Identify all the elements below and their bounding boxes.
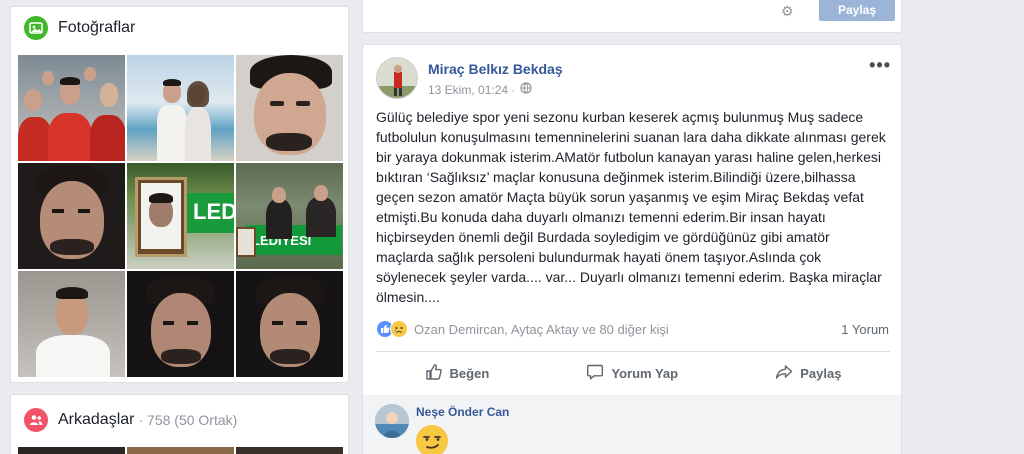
photo-thumbnail[interactable] [127, 55, 234, 161]
photo-thumbnail[interactable] [18, 271, 125, 377]
reactions-text[interactable]: Ozan Demircan, Aytaç Aktay ve 80 diğer k… [414, 322, 669, 337]
post-timestamp[interactable]: 13 Ekim, 01:24 · [428, 83, 515, 97]
divider [376, 351, 890, 352]
photo-icon [24, 16, 48, 40]
friends-thumbnails [18, 447, 343, 454]
thumbs-up-icon [425, 363, 443, 384]
reactions-summary[interactable]: Ozan Demircan, Aytaç Aktay ve 80 diğer k… [376, 320, 669, 338]
comment-label: Yorum Yap [611, 365, 679, 381]
share-post-button[interactable]: Paylaş [775, 363, 841, 384]
post-body: Gülüç belediye spor yeni sezonu kurban k… [376, 109, 886, 305]
share-arrow-icon [775, 363, 793, 384]
photo-thumbnail[interactable] [236, 271, 343, 377]
like-button[interactable]: Beğen [425, 363, 490, 384]
photo-thumbnail[interactable] [127, 271, 234, 377]
photo-thumbnail[interactable] [236, 55, 343, 161]
friends-count: · 758 (50 Ortak) [138, 412, 238, 428]
comment-icon [586, 363, 604, 384]
photo-grid: LED LEDİYESİ [18, 55, 343, 377]
photos-card: Fotoğraflar LED LEDİYESİ [10, 6, 349, 383]
friend-thumbnail[interactable] [236, 447, 343, 454]
more-options-icon[interactable]: ••• [869, 55, 891, 76]
post-actions: Beğen Yorum Yap Paylaş [376, 355, 890, 391]
post-meta: 13 Ekim, 01:24 · [428, 82, 532, 97]
composer-bar: ⚙ Paylaş [362, 0, 902, 33]
like-label: Beğen [449, 365, 490, 381]
post-card: Miraç Belkız Bekdaş 13 Ekim, 01:24 · •••… [362, 44, 902, 454]
post-author[interactable]: Miraç Belkız Bekdaş [428, 61, 563, 77]
friends-title[interactable]: Arkadaşlar [58, 411, 134, 429]
share-button[interactable]: Paylaş [819, 0, 895, 21]
friend-thumbnail[interactable] [127, 447, 234, 454]
avatar[interactable] [376, 57, 418, 99]
comment-count[interactable]: 1 Yorum [841, 322, 889, 337]
friends-icon [24, 408, 48, 432]
photos-title[interactable]: Fotoğraflar [58, 19, 135, 37]
photo-thumbnail[interactable]: LED [127, 163, 234, 269]
friends-header[interactable]: Arkadaşlar · 758 (50 Ortak) [11, 395, 348, 445]
comments-section: Neşe Önder Can [363, 395, 901, 454]
photo-thumbnail[interactable] [18, 163, 125, 269]
smirk-emoji-icon [416, 425, 448, 454]
photo-thumbnail[interactable] [18, 55, 125, 161]
gear-icon[interactable]: ⚙ [781, 3, 794, 20]
commenter-avatar[interactable] [375, 404, 409, 438]
sad-reaction-icon [390, 320, 408, 338]
friends-card: Arkadaşlar · 758 (50 Ortak) [10, 394, 349, 454]
photos-header[interactable]: Fotoğraflar [11, 7, 348, 49]
commenter-name[interactable]: Neşe Önder Can [416, 405, 509, 419]
comment-button[interactable]: Yorum Yap [586, 363, 678, 384]
globe-icon[interactable] [520, 82, 532, 97]
share-label: Paylaş [800, 365, 842, 381]
photo-thumbnail[interactable]: LEDİYESİ [236, 163, 343, 269]
friend-thumbnail[interactable] [18, 447, 125, 454]
